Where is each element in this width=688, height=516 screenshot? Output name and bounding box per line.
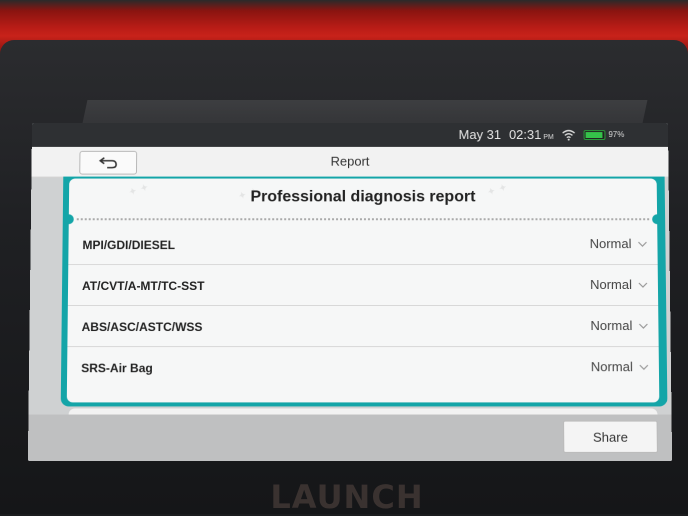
chevron-down-icon [638,322,647,328]
status-time-value: 02:31 [508,127,542,142]
bottom-toolbar: Share [27,414,673,462]
status-dropdown[interactable]: Normal [590,277,648,292]
device-screen: May 31 02:31 PM 97% Report ✦ ✦ ✦ ✦ ✦ ✦ P… [27,123,673,462]
chevron-down-icon [639,364,649,370]
chevron-down-icon [638,282,648,288]
report-heading: Professional diagnosis report [250,188,476,206]
report-row: ABS/ASC/ASTC/WSS Normal [67,305,659,348]
report-row: SRS-Air Bag Normal [67,347,659,387]
status-value: Normal [589,277,633,292]
status-ampm: PM [543,134,554,141]
status-bar: May 31 02:31 PM 97% [31,123,669,147]
title-bar: Report [31,146,669,178]
launch-logo: LAUNCH [270,478,424,516]
battery-fill [585,131,603,138]
share-button[interactable]: Share [563,420,658,453]
status-dropdown[interactable]: Normal [590,236,648,251]
status-date: May 31 [458,127,502,142]
status-dropdown[interactable]: Normal [591,359,649,374]
chevron-down-icon [637,241,647,247]
status-value: Normal [589,236,632,252]
system-label: SRS-Air Bag [81,361,153,376]
battery-indicator: 97% [583,129,625,140]
page-title: Report [330,153,370,169]
dotted-divider [76,218,650,221]
status-value: Normal [590,318,633,334]
wifi-icon [562,129,576,141]
report-row: AT/CVT/A-MT/TC-SST Normal [67,265,659,306]
report-row: MPI/GDI/DIESEL Normal [68,224,658,266]
report-rows: MPI/GDI/DIESEL Normal AT/CVT/A-MT/TC-SST… [67,224,659,387]
system-label: ABS/ASC/ASTC/WSS [81,320,203,335]
status-time: 02:31 PM [509,127,554,142]
system-label: MPI/GDI/DIESEL [82,238,176,253]
card-notch-left [66,214,74,225]
system-label: AT/CVT/A-MT/TC-SST [81,279,205,293]
status-value: Normal [590,359,633,375]
battery-percent: 97% [608,130,625,139]
battery-icon [583,129,606,140]
status-dropdown[interactable]: Normal [590,318,648,333]
report-card: ✦ ✦ ✦ ✦ ✦ ✦ Professional diagnosis repor… [66,178,660,403]
